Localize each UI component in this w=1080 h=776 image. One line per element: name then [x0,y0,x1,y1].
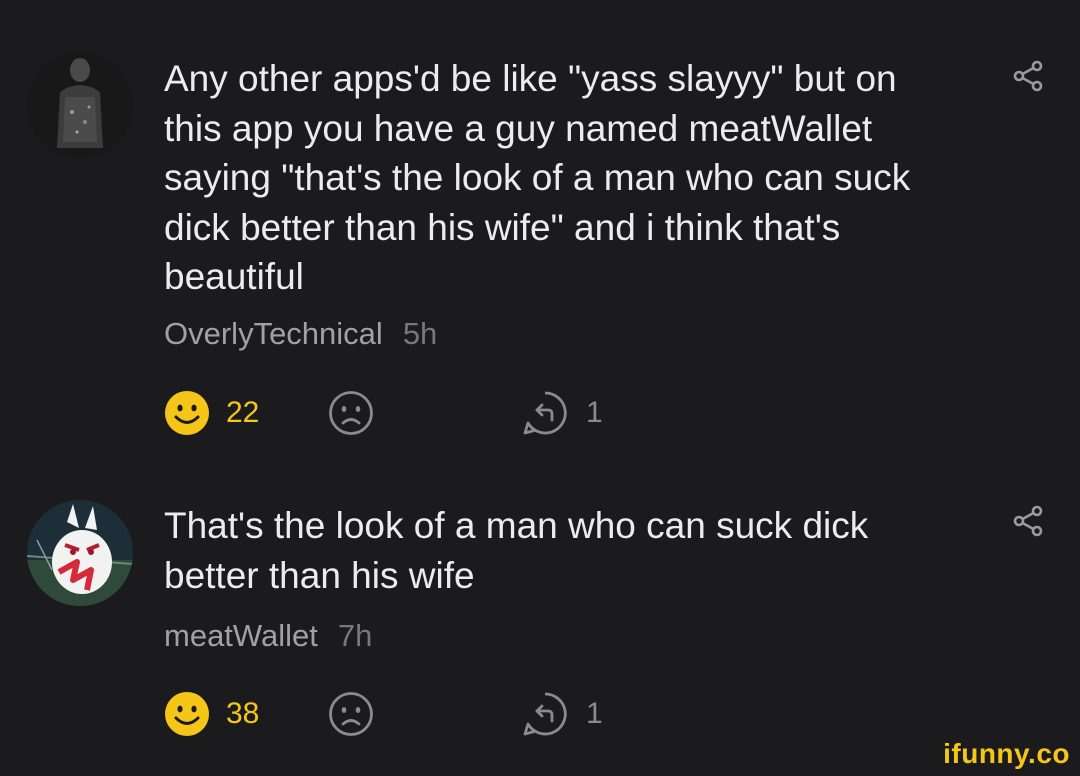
reply-count: 1 [586,697,603,730]
dislike-button[interactable] [328,390,374,436]
frown-icon [329,692,373,736]
author-name[interactable]: meatWallet [164,618,318,653]
comment-actions: 22 1 [164,390,724,436]
timestamp: 7h [337,618,373,653]
frown-icon [329,391,373,435]
smile-icon [165,391,209,435]
share-icon[interactable] [1011,59,1045,93]
reply-button[interactable]: 1 [522,390,603,436]
smile-icon [165,692,209,736]
like-button[interactable]: 22 [164,390,259,436]
reply-icon [523,692,567,736]
dislike-button[interactable] [328,691,374,737]
avatar[interactable] [27,500,133,606]
timestamp: 5h [402,316,438,351]
like-count: 22 [226,396,260,429]
reply-icon [523,391,567,435]
share-icon[interactable] [1011,504,1045,538]
comment-feed: Any other apps'd be like "yass slayyy" b… [0,0,1080,776]
author-name[interactable]: OverlyTechnical [164,316,383,351]
comment-text: That's the look of a man who can suck di… [164,505,869,596]
ifunny-watermark: ifunny.co [943,738,1070,769]
comment-text: Any other apps'd be like "yass slayyy" b… [164,58,911,297]
comment-actions: 38 1 [164,691,724,737]
reply-button[interactable]: 1 [522,691,603,737]
avatar[interactable] [27,52,133,158]
like-button[interactable]: 38 [164,691,259,737]
comment-meta: meatWallet 7h [164,618,372,654]
like-count: 38 [226,697,260,730]
comment-meta: OverlyTechnical 5h [164,316,437,352]
reply-count: 1 [586,396,603,429]
